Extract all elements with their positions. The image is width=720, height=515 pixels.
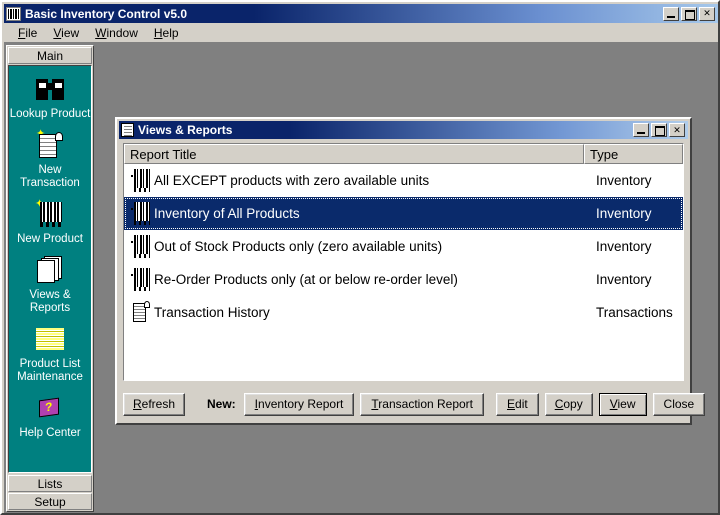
new-inventory-report-button[interactable]: Inventory Report <box>243 392 355 416</box>
minimize-button[interactable] <box>663 6 679 21</box>
report-type: Inventory <box>596 173 652 188</box>
report-title: Inventory of All Products <box>154 206 300 221</box>
report-type: Transactions <box>596 305 673 320</box>
dialog-title: Views & Reports <box>138 123 233 137</box>
sidebar-item-label: Product List Maintenance <box>17 358 83 383</box>
table-row[interactable]: Out of Stock Products only (zero availab… <box>124 230 683 263</box>
report-title: Re-Order Products only (at or below re-o… <box>154 272 458 287</box>
sidebar-item-product-list-maintenance[interactable]: Product List Maintenance <box>9 322 91 384</box>
sidebar-item-new-transaction[interactable]: ✦ NewTransaction <box>9 128 91 190</box>
sidebar-item-label: New Transaction <box>20 164 80 189</box>
table-row[interactable]: Inventory of All Products Inventory <box>124 197 683 230</box>
sidebar-item-help-center[interactable]: ? Help Center <box>9 391 91 440</box>
report-title: Out of Stock Products only (zero availab… <box>154 239 443 254</box>
dialog-window-controls: ✕ <box>633 123 686 137</box>
report-type: Inventory <box>596 272 652 287</box>
column-header-type[interactable]: Type <box>584 144 683 164</box>
barcode-row-icon <box>128 267 154 293</box>
views-and-reports-window: Views & Reports ✕ Report Title Type All … <box>115 117 706 425</box>
sidebar-group-lists[interactable]: Lists <box>8 475 92 492</box>
application-title: Basic Inventory Control v5.0 <box>25 6 188 21</box>
maximize-button[interactable] <box>681 6 697 21</box>
help-book-icon: ? <box>30 391 70 425</box>
table-row[interactable]: All EXCEPT products with zero available … <box>124 164 683 197</box>
application-window: Basic Inventory Control v5.0 ✕ File View… <box>0 0 720 515</box>
report-title: Transaction History <box>154 305 270 320</box>
barcode-icon <box>6 6 21 21</box>
sidebar-item-new-product[interactable]: ✦ New Product <box>9 197 91 246</box>
table-row[interactable]: Transaction History Transactions <box>124 296 683 329</box>
refresh-button[interactable]: Refresh <box>123 392 185 416</box>
clipboard-icon <box>121 123 134 137</box>
barcode-row-icon <box>128 168 154 194</box>
report-title: All EXCEPT products with zero available … <box>154 173 430 188</box>
close-icon[interactable]: ✕ <box>699 6 715 21</box>
product-list-stripes-icon <box>30 322 70 356</box>
sidebar-item-label: Help Center <box>19 427 81 439</box>
new-product-barcode-icon: ✦ <box>30 197 70 231</box>
window-controls: ✕ <box>663 6 716 21</box>
navigation-sidebar: Main Lookup Product ✦ <box>6 45 94 512</box>
menubar: File View Window Help <box>4 24 718 42</box>
dialog-close-icon[interactable]: ✕ <box>669 123 685 137</box>
dialog-maximize-button[interactable] <box>651 123 667 137</box>
view-button[interactable]: View <box>598 392 647 416</box>
binoculars-icon <box>30 72 70 106</box>
menu-item-file[interactable]: File <box>10 25 45 41</box>
sidebar-group-setup[interactable]: Setup <box>8 493 92 510</box>
listview-header: Report Title Type <box>124 144 683 164</box>
close-button[interactable]: Close <box>652 392 706 416</box>
new-transaction-report-button[interactable]: Transaction Report <box>360 392 485 416</box>
table-row[interactable]: Re-Order Products only (at or below re-o… <box>124 263 683 296</box>
barcode-row-icon <box>128 201 154 227</box>
sidebar-item-lookup-product[interactable]: Lookup Product <box>9 72 91 121</box>
scroll-row-icon <box>128 300 154 326</box>
listview-rows: All EXCEPT products with zero available … <box>124 164 683 329</box>
sidebar-item-label: Lookup Product <box>9 108 91 120</box>
menu-item-help[interactable]: Help <box>146 25 187 41</box>
sidebar-group-main[interactable]: Main <box>8 47 92 64</box>
report-type: Inventory <box>596 206 652 221</box>
copy-button[interactable]: Copy <box>544 392 593 416</box>
menu-item-view[interactable]: View <box>45 25 87 41</box>
menu-item-window[interactable]: Window <box>87 25 146 41</box>
new-transaction-scroll-icon: ✦ <box>30 128 70 162</box>
sidebar-item-label: Views & Reports <box>29 289 71 314</box>
sidebar-item-views-reports[interactable]: Views & Reports <box>9 253 91 315</box>
reports-listview[interactable]: Report Title Type All EXCEPT products wi… <box>123 143 684 381</box>
sidebar-item-label: New Product <box>17 233 83 245</box>
edit-button[interactable]: Edit <box>496 392 539 416</box>
dialog-minimize-button[interactable] <box>633 123 649 137</box>
new-label: New: <box>207 397 236 411</box>
sidebar-items: Lookup Product ✦ NewTransaction ✦ <box>8 65 92 473</box>
barcode-row-icon <box>128 234 154 260</box>
dialog-button-bar: Refresh New: Inventory Report Transactio… <box>123 389 706 419</box>
dialog-titlebar: Views & Reports ✕ <box>119 121 688 139</box>
application-titlebar: Basic Inventory Control v5.0 ✕ <box>4 4 718 23</box>
pages-icon <box>30 253 70 287</box>
mdi-client-area: Main Lookup Product ✦ <box>4 42 718 513</box>
report-type: Inventory <box>596 239 652 254</box>
column-header-report-title[interactable]: Report Title <box>124 144 584 164</box>
